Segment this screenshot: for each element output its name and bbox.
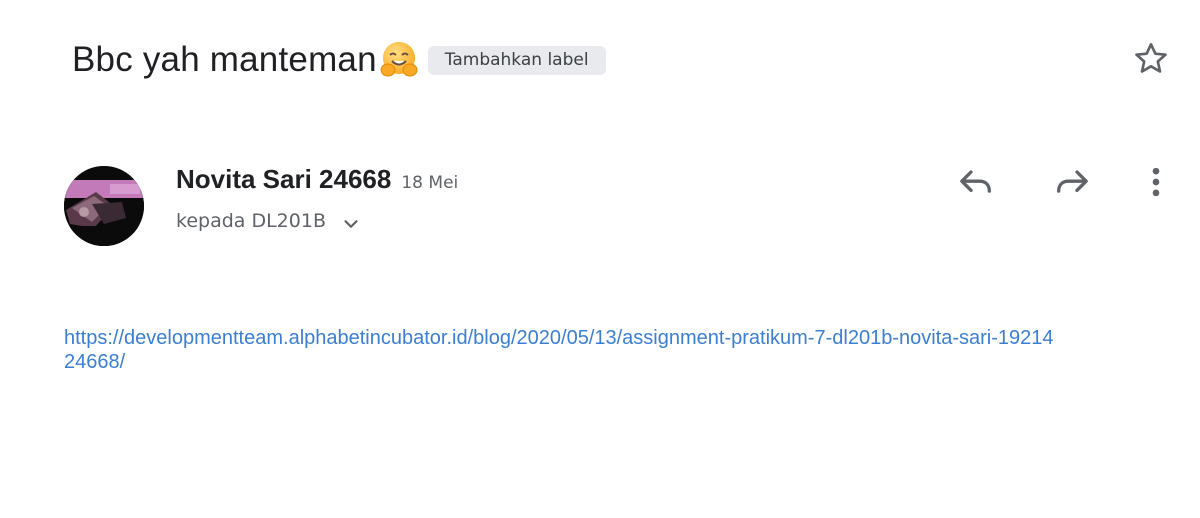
add-label-chip[interactable]: Tambahkan label xyxy=(427,45,606,75)
forward-icon[interactable] xyxy=(1050,160,1094,204)
star-icon[interactable] xyxy=(1130,38,1172,80)
subject-row: Bbc yah manteman Tambahkan label xyxy=(72,36,606,84)
chevron-down-icon[interactable] xyxy=(338,211,364,237)
sender-name[interactable]: Novita Sari 24668 xyxy=(176,164,391,195)
reply-icon[interactable] xyxy=(954,160,998,204)
more-vert-icon[interactable] xyxy=(1134,160,1178,204)
email-date: 18 Mei xyxy=(401,173,459,193)
recipient-text: kepada DL201B xyxy=(176,210,326,232)
email-subject: Bbc yah manteman xyxy=(72,40,377,79)
sender-row: Novita Sari 24668 18 Mei xyxy=(176,164,458,195)
email-body-link[interactable]: https://developmentteam.alphabetincubato… xyxy=(64,326,1054,374)
hugging-face-emoji-icon xyxy=(378,39,420,81)
recipient-row[interactable]: kepada DL201B xyxy=(176,205,364,237)
sender-avatar[interactable] xyxy=(64,166,144,246)
